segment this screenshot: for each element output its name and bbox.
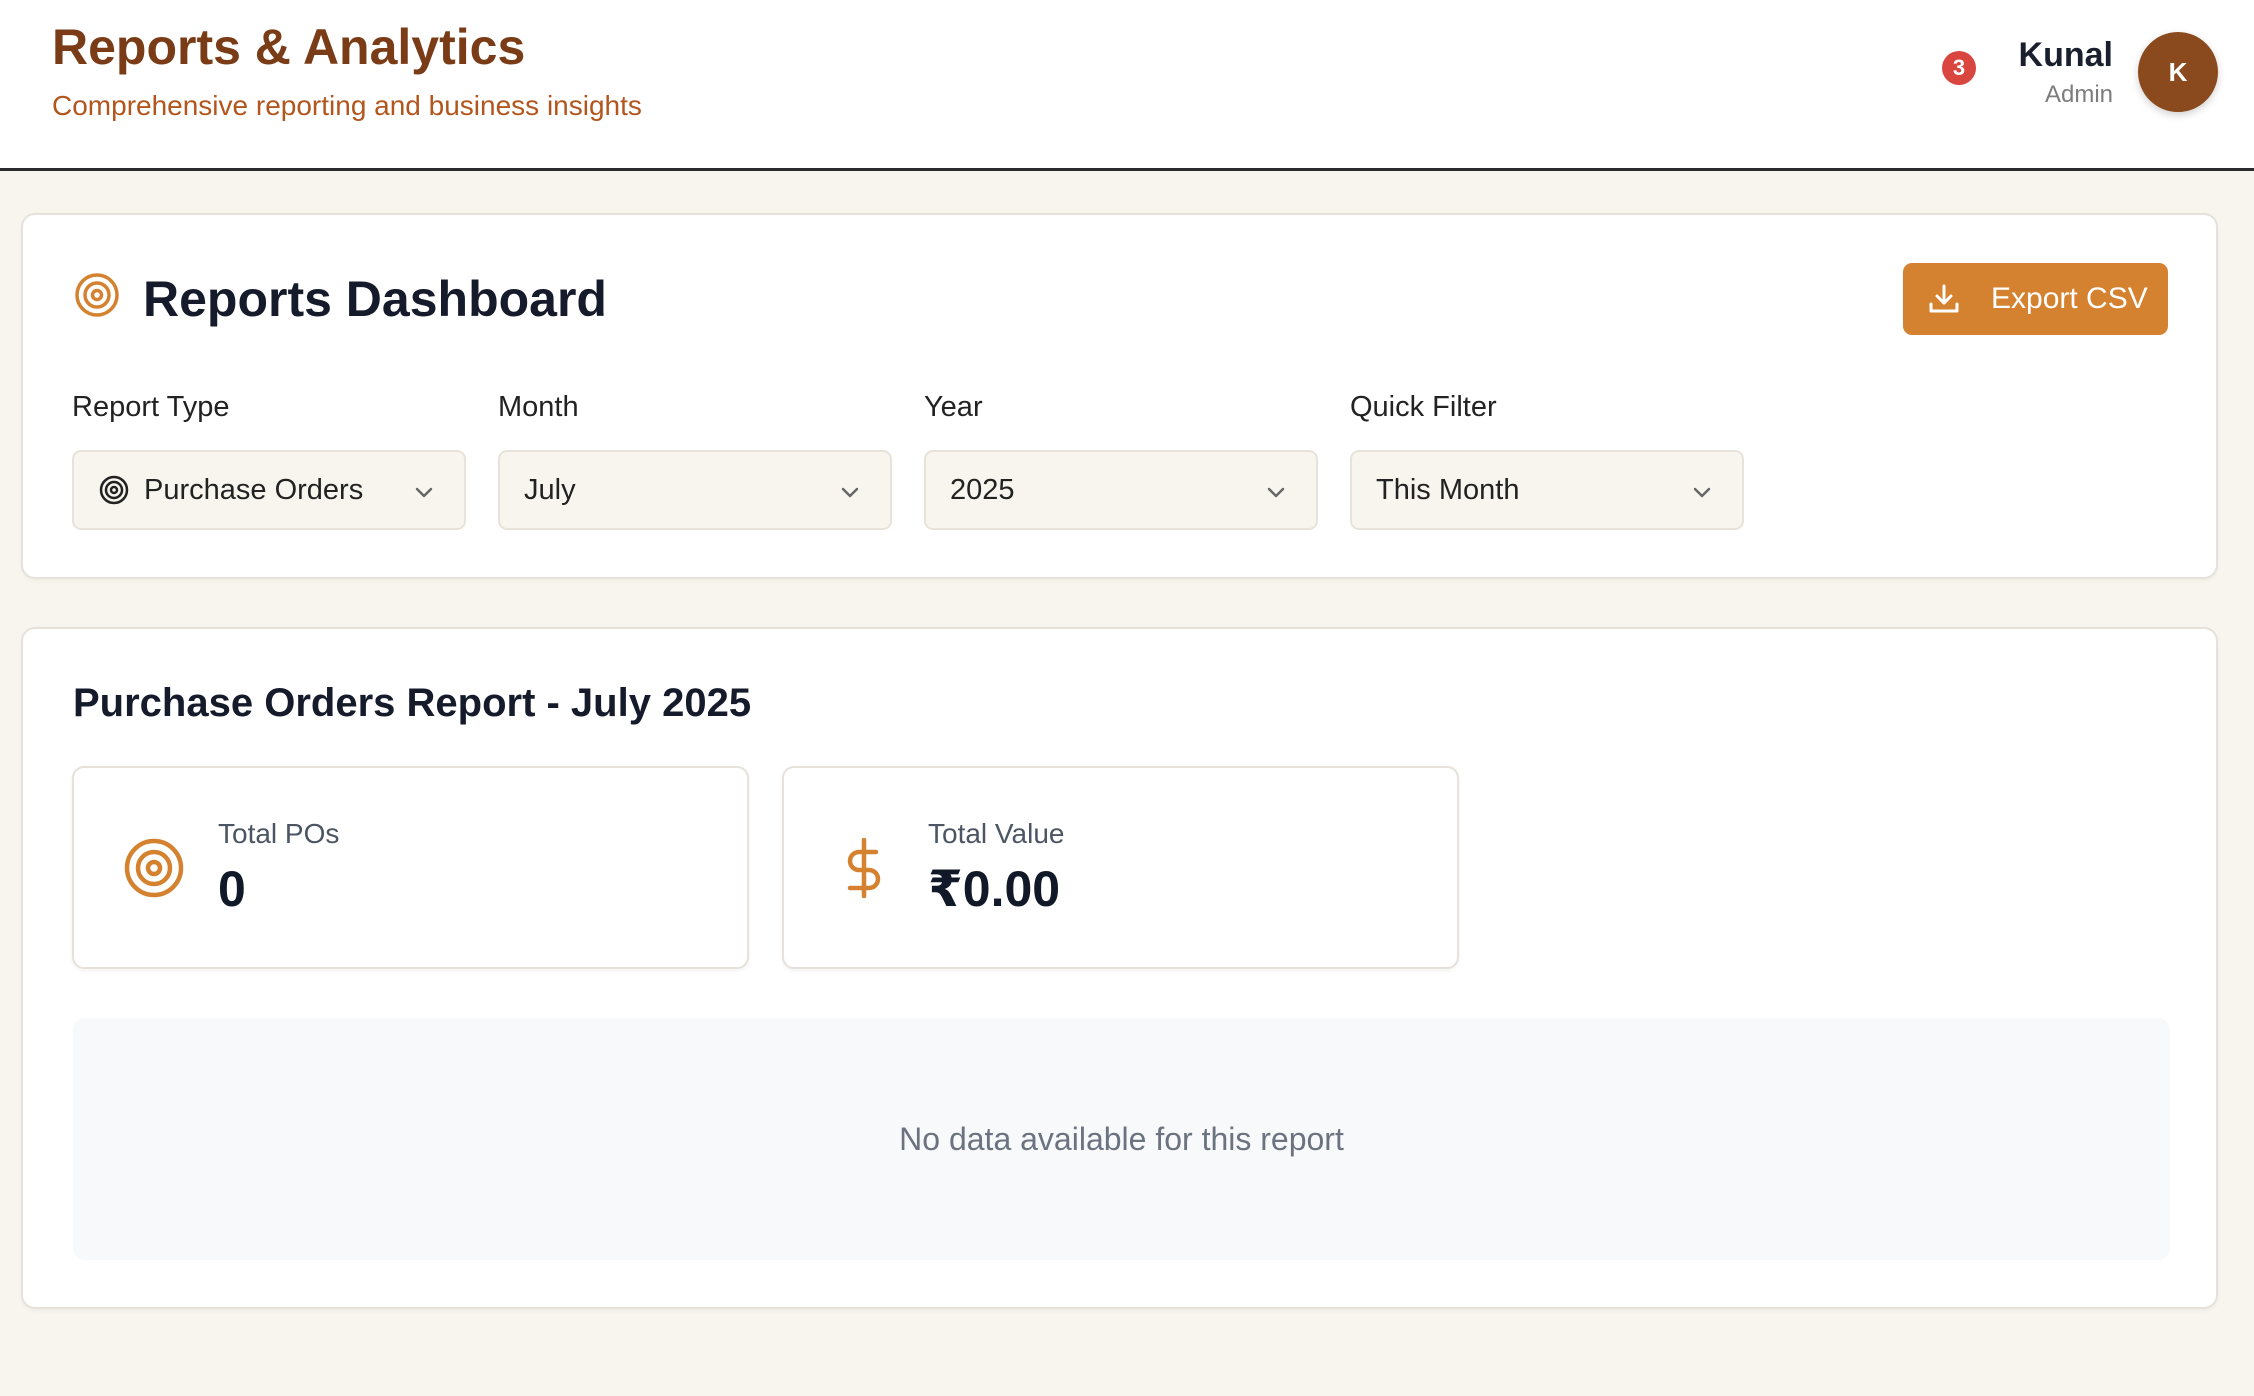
month-label: Month [498,391,579,423]
month-value: July [524,473,576,506]
avatar[interactable]: K [2138,32,2218,112]
chevron-down-icon [415,487,433,498]
year-label: Year [924,391,983,423]
target-icon [124,838,184,898]
dashboard-title: Reports Dashboard [143,271,607,327]
export-csv-button[interactable]: Export CSV [1903,263,2168,335]
empty-state: No data available for this report [73,1018,2170,1260]
target-icon [99,475,129,505]
quick-filter-value: This Month [1376,473,1520,506]
export-csv-label: Export CSV [1991,282,2148,315]
month-select[interactable]: July [498,450,892,530]
report-type-value: Purchase Orders [144,473,364,506]
target-icon [75,273,119,317]
page-title: Reports & Analytics [52,19,526,75]
report-title: Purchase Orders Report - July 2025 [73,681,752,725]
stat-label: Total POs [218,818,340,849]
report-card: Purchase Orders Report - July 2025 Total… [21,627,2218,1309]
notification-badge[interactable]: 3 [1942,51,1976,85]
stat-card-total-pos: Total POs 0 [72,766,749,969]
quick-filter-select[interactable]: This Month [1350,450,1744,530]
chevron-down-icon [1267,487,1285,498]
stat-card-total-value: Total Value ₹0.00 [782,766,1459,969]
quick-filter-label: Quick Filter [1350,391,1497,423]
stat-label: Total Value [928,818,1065,849]
user-name: Kunal [2018,36,2113,74]
dollar-icon [847,837,881,899]
year-value: 2025 [950,473,1015,506]
top-bar: Reports & Analytics Comprehensive report… [0,0,2254,171]
chevron-down-icon [1693,487,1711,498]
download-icon [1929,284,1959,313]
year-select[interactable]: 2025 [924,450,1318,530]
page-subtitle: Comprehensive reporting and business ins… [52,90,642,121]
stat-value: 0 [218,861,246,917]
stat-value: ₹0.00 [928,861,1061,917]
reports-dashboard-card: Reports Dashboard Export CSV Report Type… [21,213,2218,579]
report-type-select[interactable]: Purchase Orders [72,450,466,530]
report-type-label: Report Type [72,391,230,423]
chevron-down-icon [841,487,859,498]
user-role: Admin [2044,81,2113,108]
